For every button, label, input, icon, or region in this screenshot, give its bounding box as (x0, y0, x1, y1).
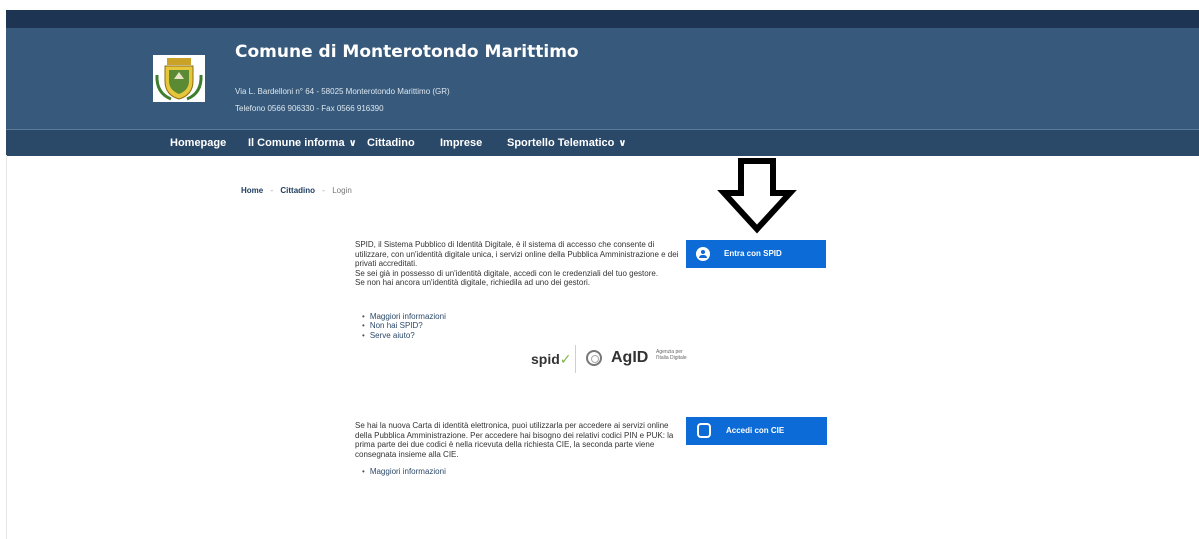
cie-links-list: Maggiori informazioni (362, 467, 446, 476)
address-text: Via L. Bardelloni n° 64 - 58025 Monterot… (235, 87, 450, 96)
spid-links-list: Maggiori informazioni Non hai SPID? Serv… (362, 312, 446, 340)
id-card-icon (697, 423, 711, 438)
agid-emblem-icon (586, 350, 602, 366)
phone-text: Telefono 0566 906330 - Fax 0566 916390 (235, 104, 384, 113)
down-arrow-icon (716, 155, 798, 240)
spid-paragraph-3: Se non hai ancora un'identità digitale, … (355, 278, 591, 288)
spid-paragraph-2: Se sei già in possesso di un'identità di… (355, 268, 659, 278)
site-title[interactable]: Comune di Monterotondo Marittimo (235, 42, 579, 62)
nav-il-comune-informa[interactable]: Il Comune informa ∨ (248, 137, 357, 149)
link-non-hai-spid[interactable]: Non hai SPID? (362, 321, 446, 330)
user-icon (696, 247, 710, 261)
cie-description: Se hai la nuova Carta di identità elettr… (355, 421, 675, 459)
breadcrumb-current: Login (332, 186, 352, 195)
spid-logo: spid✓ (531, 351, 572, 368)
nav-imprese[interactable]: Imprese (440, 137, 482, 149)
coat-of-arms-icon[interactable] (153, 55, 205, 102)
accedi-con-cie-button[interactable]: Accedi con CIE (686, 417, 827, 445)
chevron-down-icon: ∨ (348, 138, 357, 149)
breadcrumb-home[interactable]: Home (241, 186, 263, 195)
breadcrumb-separator: - (322, 186, 325, 195)
page-border (6, 155, 7, 539)
nav-homepage[interactable]: Homepage (170, 137, 226, 149)
spid-logo-text: spid (531, 351, 560, 367)
cie-paragraph: Se hai la nuova Carta di identità elettr… (355, 421, 674, 459)
spid-button-label: Entra con SPID (724, 249, 782, 258)
nav-homepage-label: Homepage (170, 137, 227, 149)
link-cie-maggiori-informazioni[interactable]: Maggiori informazioni (362, 467, 446, 476)
link-serve-aiuto[interactable]: Serve aiuto? (362, 331, 446, 340)
nav-cittadino[interactable]: Cittadino (367, 137, 415, 149)
nav-cittadino-label: Cittadino (367, 137, 415, 149)
agid-subtitle: Agenzia per l'Italia Digitale (656, 349, 687, 361)
nav-imprese-label: Imprese (440, 137, 483, 149)
nav-sportello-telematico[interactable]: Sportello Telematico ∨ (507, 137, 627, 149)
logo-divider (575, 345, 576, 373)
agid-logo: AgID (611, 349, 649, 366)
nav-sportello-label: Sportello Telematico (507, 137, 615, 149)
check-icon: ✓ (559, 351, 572, 367)
spid-description: SPID, il Sistema Pubblico di Identità Di… (355, 240, 685, 288)
cie-button-label: Accedi con CIE (726, 426, 785, 435)
nav-comune-label: Il Comune informa (248, 137, 345, 149)
breadcrumb-cittadino[interactable]: Cittadino (280, 186, 315, 195)
agid-subtitle-line-2: l'Italia Digitale (656, 355, 687, 361)
chevron-down-icon: ∨ (618, 138, 627, 149)
breadcrumb: Home - Cittadino - Login (241, 186, 352, 195)
link-maggiori-informazioni[interactable]: Maggiori informazioni (362, 312, 446, 321)
spid-paragraph-1: SPID, il Sistema Pubblico di Identità Di… (355, 240, 679, 269)
breadcrumb-separator: - (270, 186, 274, 195)
top-strip (6, 10, 1199, 28)
entra-con-spid-button[interactable]: Entra con SPID (686, 240, 826, 268)
